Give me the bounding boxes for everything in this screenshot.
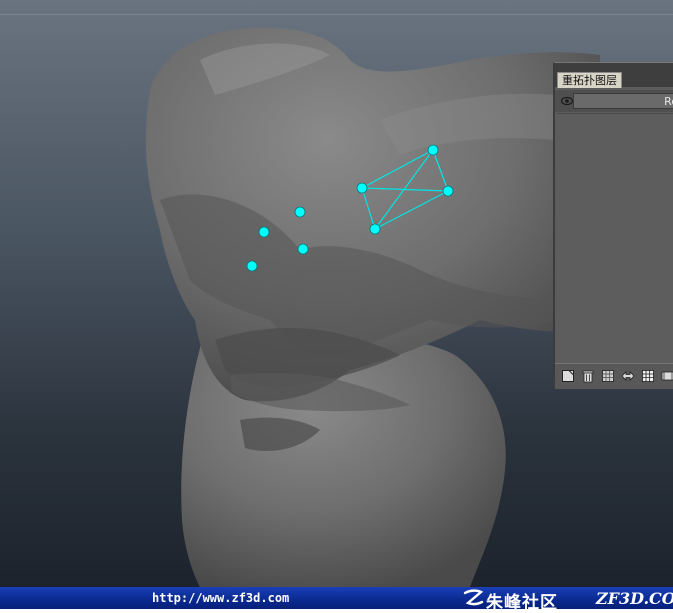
visibility-eye-icon[interactable] [561, 95, 573, 107]
layer-list-area [557, 113, 673, 364]
tab-retopology-layer[interactable]: 重拓扑图层 [557, 72, 622, 88]
footer-domain: ZF3D.COM [596, 589, 673, 608]
vertex-point [369, 223, 381, 235]
panel-toolbar [555, 363, 673, 389]
grid-icon[interactable] [601, 369, 615, 383]
panel-tab-bar: 重拓扑图层 [555, 63, 673, 88]
layer-name-field[interactable]: Re [573, 93, 673, 109]
film-icon[interactable] [661, 369, 673, 383]
brand-logo-icon [463, 589, 484, 606]
new-layer-icon[interactable] [561, 369, 575, 383]
vertex-point [442, 185, 454, 197]
vertex-point [246, 260, 258, 272]
vertex-point [297, 243, 309, 255]
vertex-point [356, 182, 368, 194]
footer-brand: 朱峰社区 [486, 593, 558, 613]
layer-panel: 重拓扑图层 Re [553, 62, 673, 389]
vertex-point [258, 226, 270, 238]
vertex-point [294, 206, 306, 218]
footer-url: http://www.zf3d.com [152, 591, 290, 605]
swap-arrows-icon[interactable] [621, 369, 635, 383]
watermark-footer: http://www.zf3d.com 朱峰社区 ZF3D.COM [0, 587, 673, 613]
vertex-point [427, 144, 439, 156]
3d-viewport[interactable]: 重拓扑图层 Re [0, 0, 673, 587]
delete-icon[interactable] [581, 369, 595, 383]
table-icon[interactable] [641, 369, 655, 383]
